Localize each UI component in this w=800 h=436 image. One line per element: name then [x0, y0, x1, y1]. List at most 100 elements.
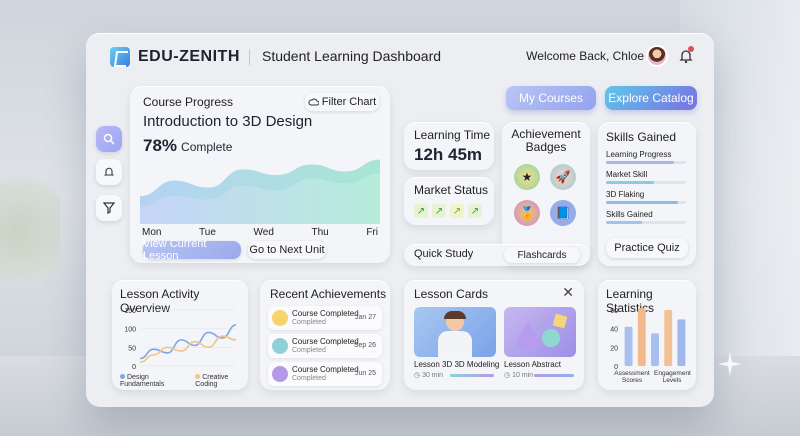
search-button[interactable]: [96, 126, 122, 152]
skill-label: Market Skill: [606, 170, 648, 179]
skill-progress-bar: [606, 181, 686, 184]
achievement-date: Jun 25: [354, 370, 376, 377]
day-label: Fri: [366, 227, 378, 238]
achievement-title-line2: Badges: [525, 140, 567, 154]
skills-title: Skills Gained: [606, 130, 677, 144]
stats-bar: [664, 310, 673, 366]
stats-x-label: Assessment Scores: [614, 370, 650, 384]
duration-value: 10 min: [512, 372, 534, 379]
course-percent: 78% Complete: [143, 136, 232, 156]
trend-up-icon: ↗: [468, 204, 482, 218]
day-label: Tue: [199, 227, 216, 238]
stats-y-tick: 60: [610, 308, 618, 315]
notifications-button[interactable]: [96, 159, 122, 185]
achievement-icon: [272, 366, 288, 382]
progress-area-chart: [140, 159, 380, 224]
brand-logo[interactable]: EDU-ZENITH: [110, 47, 240, 67]
quick-study-label: Quick Study: [414, 248, 474, 260]
achievement-icon: [272, 310, 288, 326]
filter-chart-button[interactable]: Filter Chart: [305, 93, 379, 111]
legend-design-fundamentals: Design Fundamentals: [120, 374, 189, 388]
book-badge-icon[interactable]: 📘: [550, 200, 576, 226]
trend-up-icon: ↗: [450, 204, 464, 218]
achievement-title: Course Completed: [292, 309, 359, 318]
medal-badge-icon[interactable]: 🏅: [514, 200, 540, 226]
filter-button[interactable]: [96, 195, 122, 221]
learning-statistics-card: Learning Statistics 60 40 20 0 Assessment S…: [598, 280, 696, 390]
cloud-icon: [308, 98, 319, 106]
skills-gained-card: Skills Gained Learning Progress Market Sk…: [598, 122, 696, 266]
search-icon: [103, 133, 115, 145]
dashboard-panel: EDU-ZENITH Student Learning Dashboard We…: [86, 33, 714, 407]
explore-catalog-button[interactable]: Explore Catalog: [605, 86, 697, 110]
market-status-title: Market Status: [414, 183, 489, 197]
lesson-card-duration: ◷ 30 min: [414, 372, 444, 379]
lesson-card-title[interactable]: Lesson 3D 3D Modeling: [414, 360, 499, 369]
brand-name: EDU-ZENITH: [138, 48, 240, 65]
achievement-date: Jan 27: [354, 314, 376, 321]
day-label: Thu: [311, 227, 329, 238]
stats-bar: [637, 308, 646, 366]
activity-series-line: [139, 324, 237, 360]
percent-suffix: Complete: [181, 140, 233, 154]
recent-achievements-title: Recent Achievements: [270, 287, 387, 301]
star-badge-icon[interactable]: ★: [514, 164, 540, 190]
legend-label: Creative Coding: [195, 374, 229, 388]
quick-study-card: Quick Study Flashcards: [404, 244, 590, 266]
close-icon[interactable]: ✕: [562, 284, 574, 301]
recent-achievements-card: Recent Achievements Course Completed Comp…: [260, 280, 390, 390]
achievement-status: Completed: [292, 319, 326, 326]
achievement-status: Completed: [292, 375, 326, 382]
my-courses-button[interactable]: My Courses: [506, 86, 596, 110]
stats-x-labels: Assessment Scores Engagement Levels: [612, 370, 692, 384]
skill-label: 3D Flaking: [606, 190, 645, 199]
lesson-activity-card: Lesson Activity Overview 150 100 50 0 Desig…: [112, 280, 248, 390]
legend-label: Design Fundamentals: [120, 374, 165, 388]
activity-legend: Design Fundamentals Creative Coding: [120, 374, 248, 388]
rocket-badge-icon[interactable]: 🚀: [550, 164, 576, 190]
skill-label: Learning Progress: [606, 150, 672, 159]
filter-icon: [103, 202, 115, 214]
day-label: Wed: [253, 227, 274, 238]
filter-chart-label: Filter Chart: [321, 96, 377, 108]
achievement-status: Completed: [292, 347, 326, 354]
day-label: Mon: [142, 227, 162, 238]
flashcards-button[interactable]: Flashcards: [504, 247, 580, 263]
lesson-card-duration: ◷ 10 min: [504, 372, 534, 379]
achievement-title: Course Completed: [292, 365, 359, 374]
stats-bar: [677, 319, 686, 366]
notification-dot: [688, 46, 694, 52]
stats-bar: [651, 333, 659, 366]
achievement-item[interactable]: Course Completed Completed Jun 25: [268, 362, 382, 386]
bell-icon: [103, 167, 115, 176]
achievement-item[interactable]: Course Completed Completed Sep 26: [268, 334, 382, 358]
achievement-icon: [272, 338, 288, 354]
skill-progress-fill: [606, 161, 674, 164]
next-unit-button[interactable]: Go to Next Unit: [248, 241, 326, 259]
achievement-title: Course Completed: [292, 337, 359, 346]
practice-quiz-button[interactable]: Practice Quiz: [606, 238, 688, 258]
course-progress-title: Course Progress: [143, 95, 234, 109]
stats-y-tick: 40: [610, 327, 618, 334]
lesson-progress-bar: [534, 374, 574, 377]
skill-progress-fill: [606, 181, 654, 184]
avatar[interactable]: [646, 45, 668, 67]
percent-value: 78%: [143, 136, 178, 155]
lesson-card-image-abstract[interactable]: [504, 307, 576, 357]
lesson-card-image-modeling[interactable]: [414, 307, 496, 357]
lesson-card-title[interactable]: Lesson Abstract: [504, 360, 561, 369]
achievement-item[interactable]: Course Completed Completed Jan 27: [268, 306, 382, 330]
header-divider: [249, 49, 250, 65]
stats-bar: [624, 326, 633, 366]
lesson-progress-bar: [450, 374, 494, 377]
course-progress-card: Course Progress Filter Chart Introductio…: [130, 86, 390, 263]
stats-x-label: Engagement Levels: [654, 370, 691, 384]
skill-progress-bar: [606, 161, 686, 164]
lesson-activity-chart: 150 100 50 0: [124, 308, 237, 371]
welcome-text: Welcome Back, Chloe: [526, 49, 644, 63]
view-current-lesson-button[interactable]: View Current Lesson: [143, 238, 241, 262]
logo-icon: [110, 47, 130, 67]
course-name: Introduction to 3D Design: [143, 113, 313, 130]
activity-y-tick: 0: [132, 364, 136, 371]
skill-label: Skills Gained: [606, 210, 653, 219]
